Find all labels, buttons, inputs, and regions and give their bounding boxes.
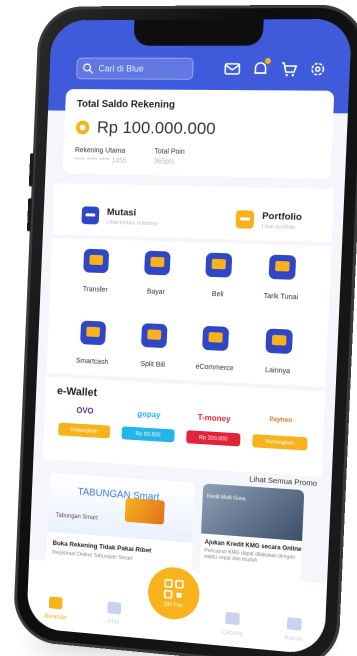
total-points: Total Poin 365pts (154, 148, 185, 165)
promo-brand-small: Tabungan Smart (55, 513, 97, 522)
menu-item-beli[interactable]: Beli (186, 252, 251, 310)
pay-icon (144, 251, 171, 276)
menu-item-ecommerce[interactable]: eCommerce (183, 325, 248, 383)
portfolio-sub: Lihat portfolio (262, 223, 302, 230)
ewallet-ovo[interactable]: OVO Hubungkan (55, 405, 114, 439)
ewallet-pill[interactable]: Rp 83.500 (121, 426, 174, 442)
cash-withdraw-icon (268, 255, 296, 280)
stage: Total Saldo Rekening Rp 100.000.000 Reke… (0, 0, 357, 656)
ecommerce-icon (202, 326, 229, 351)
nav-label: Cabang (222, 630, 243, 638)
total-points-value: 365pts (154, 158, 185, 166)
qr-pay-button[interactable]: QR Pay (147, 565, 201, 621)
portfolio-label: Portfolio (262, 210, 302, 222)
qr-icon (163, 577, 186, 601)
cart-icon[interactable] (279, 60, 298, 78)
portfolio-button[interactable]: Portfolio Lihat portfolio (235, 199, 303, 241)
nav-spacer (148, 629, 195, 633)
main-account: Rekening Utama **** **** **** 1455 (74, 147, 127, 165)
notch (133, 19, 263, 45)
eye-icon[interactable] (76, 121, 90, 135)
ewallet-paytren[interactable]: Paytren Hubungkan (249, 416, 312, 451)
balance-title: Total Saldo Rekening (77, 99, 322, 112)
ewallet-gopay[interactable]: gopay Rp 83.500 (119, 408, 179, 442)
menu-label: Split Bill (140, 361, 165, 369)
menu-item-smartcash[interactable]: Smartcash (62, 320, 124, 377)
logout-icon (287, 617, 302, 630)
buy-icon (205, 253, 232, 278)
total-points-label: Total Poin (154, 148, 185, 155)
menu-label: Bayar (147, 289, 165, 297)
main-account-label: Rekening Utama (75, 147, 127, 155)
mutasi-button[interactable]: Mutasi Lihat mutasi rekening (81, 195, 159, 237)
search-box[interactable] (76, 58, 194, 80)
settings-icon[interactable] (308, 60, 327, 78)
more-icon (265, 328, 293, 354)
menu-label: Beli (212, 291, 224, 298)
search-icon (82, 63, 94, 75)
menu-item-split-bill[interactable]: Split Bill (122, 322, 186, 380)
nav-beranda[interactable]: Beranda (32, 595, 79, 623)
see-all-promo-link[interactable]: Lihat Semua Promo (249, 474, 317, 488)
menu-label: Transfer (83, 286, 108, 294)
nav-keluar[interactable]: Keluar (269, 616, 319, 645)
gopay-logo: gopay (137, 409, 160, 420)
ewallet-row: OVO Hubungkan gopay Rp 83.500 T-money Rp… (55, 405, 311, 451)
menu-item-lainnya[interactable]: Lainnya (245, 328, 311, 387)
phone-screen: Total Saldo Rekening Rp 100.000.000 Reke… (26, 19, 352, 655)
atm-icon (107, 601, 121, 614)
balance-card: Total Saldo Rekening Rp 100.000.000 Reke… (63, 89, 335, 179)
menu-label: Smartcash (76, 358, 108, 366)
nav-label: Beranda (44, 614, 66, 622)
portfolio-icon (235, 210, 254, 229)
menu-item-bayar[interactable]: Bayar (125, 250, 189, 307)
ewallet-tmoney[interactable]: T-money Rp 200.000 (183, 412, 244, 447)
smartcash-icon (80, 321, 106, 346)
tmoney-logo: T-money (197, 413, 230, 425)
nav-cabang[interactable]: Cabang (208, 610, 257, 638)
notification-dot (265, 58, 271, 64)
promo-banner: TABUNGAN Smart Tabungan Smart (47, 473, 195, 543)
promo-tag: Kredit Multi Guna (207, 494, 246, 503)
balance-row: Rp 100.000.000 (75, 118, 320, 141)
main-account-number: **** **** **** 1455 (74, 157, 126, 165)
menu-label: Tarik Tunai (263, 293, 298, 301)
mutasi-icon (81, 206, 99, 224)
nav-atm[interactable]: ATM (90, 600, 137, 628)
nav-label: Keluar (284, 635, 302, 643)
mutasi-label: Mutasi (107, 206, 158, 218)
mutasi-sub: Lihat mutasi rekening (106, 219, 157, 226)
menu-item-transfer[interactable]: Transfer (65, 248, 127, 304)
quick-links: Mutasi Lihat mutasi rekening Portfolio L… (52, 183, 334, 242)
menu-item-tarik-tunai[interactable]: Tarik Tunai (248, 254, 314, 312)
header-icons (223, 60, 328, 79)
account-row: Rekening Utama **** **** **** 1455 Total… (74, 147, 319, 168)
balance-amount: Rp 100.000.000 (97, 118, 216, 139)
qr-pay-label: QR Pay (164, 601, 183, 609)
phone-mockup: Total Saldo Rekening Rp 100.000.000 Reke… (12, 4, 357, 656)
search-input[interactable] (96, 61, 189, 77)
ewallet-pill[interactable]: Hubungkan (252, 434, 308, 451)
split-bill-icon (141, 323, 168, 348)
ovo-logo: OVO (76, 406, 93, 417)
ewallet-pill[interactable]: Hubungkan (58, 423, 110, 439)
paytren-logo: Paytren (269, 417, 292, 428)
nav-label: ATM (107, 619, 119, 626)
ewallet-section: e-Wallet OVO Hubungkan gopay Rp 83.500 T… (43, 377, 325, 477)
menu-grid: Transfer Bayar Beli Tarik Tunai Smartcas… (46, 238, 331, 387)
ewallet-pill[interactable]: Rp 200.000 (186, 430, 240, 446)
menu-label: eCommerce (195, 364, 233, 373)
promo-image: Kredit Multi Guna (201, 483, 304, 541)
branch-icon (226, 612, 241, 625)
home-icon (49, 596, 63, 609)
card-image (125, 498, 165, 525)
menu-label: Lainnya (265, 367, 290, 375)
transfer-icon (83, 249, 109, 273)
mail-icon[interactable] (223, 60, 242, 78)
bell-icon[interactable] (251, 60, 270, 78)
